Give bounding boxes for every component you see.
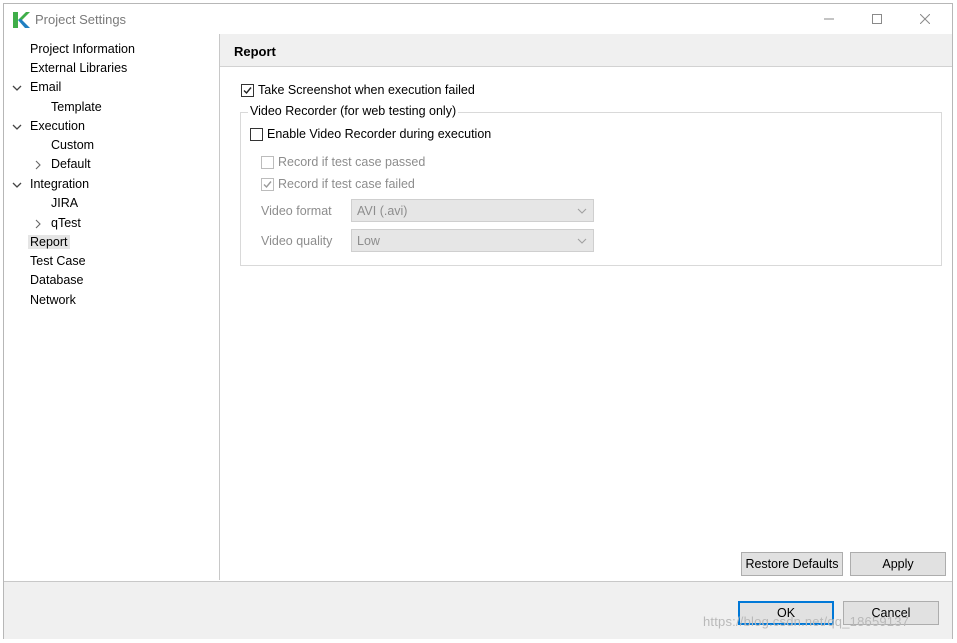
chevron-down-icon[interactable] [12, 122, 22, 132]
tree-item-jira[interactable]: JIRA [51, 194, 78, 212]
tree-item-label: JIRA [51, 196, 79, 210]
record-passed-checkbox[interactable]: Record if test case passed [261, 154, 425, 170]
checkbox-checked-icon [261, 177, 274, 191]
tree-item-label: Email [30, 80, 62, 94]
checkbox-checked-icon [241, 83, 254, 97]
enable-video-recorder-label: Enable Video Recorder during execution [267, 127, 492, 141]
tree-item-qtest[interactable]: qTest [51, 214, 81, 232]
panel-header: Report [220, 34, 952, 67]
tree-item-default[interactable]: Default [51, 155, 91, 173]
tree-item-label: Execution [30, 119, 85, 133]
checkbox-unchecked-icon [250, 127, 263, 141]
maximize-icon [872, 14, 882, 24]
tree-item-label: qTest [51, 216, 81, 230]
record-failed-label: Record if test case failed [278, 177, 415, 191]
record-failed-checkbox[interactable]: Record if test case failed [261, 176, 415, 192]
tree-item-label: Custom [51, 138, 95, 152]
enable-video-recorder-checkbox[interactable]: Enable Video Recorder during execution [250, 126, 491, 142]
katalon-logo-icon [13, 12, 30, 28]
chevron-down-icon [577, 208, 587, 214]
take-screenshot-label: Take Screenshot when execution failed [258, 83, 475, 97]
settings-tree: Project Information External Libraries E… [4, 34, 220, 580]
dialog-footer: OK Cancel [4, 581, 952, 639]
tree-item-label: Integration [30, 177, 90, 191]
tree-item-email[interactable]: Email [30, 78, 61, 96]
project-settings-window: Project Settings Project Information Ext… [3, 3, 953, 639]
tree-item-label: Report [28, 235, 70, 249]
apply-button[interactable]: Apply [850, 552, 946, 576]
tree-item-database[interactable]: Database [30, 271, 84, 289]
video-recorder-legend: Video Recorder (for web testing only) [248, 104, 459, 118]
tree-item-network[interactable]: Network [30, 291, 76, 309]
tree-item-test-case[interactable]: Test Case [30, 252, 86, 270]
video-quality-select[interactable]: Low [351, 229, 594, 252]
tree-item-custom[interactable]: Custom [51, 136, 94, 154]
take-screenshot-checkbox[interactable]: Take Screenshot when execution failed [241, 82, 475, 98]
video-quality-label: Video quality [261, 234, 333, 248]
restore-defaults-button[interactable]: Restore Defaults [741, 552, 843, 576]
record-passed-label: Record if test case passed [278, 155, 426, 169]
tree-item-label: Network [30, 293, 76, 307]
tree-item-label: Database [30, 273, 84, 287]
maximize-button[interactable] [854, 4, 900, 34]
watermark-text: https://blog.csdn.net/qq_18659137 [703, 614, 910, 629]
close-icon [920, 14, 930, 24]
report-settings-panel: Report Take Screenshot when execution fa… [220, 34, 952, 580]
tree-item-external-libraries[interactable]: External Libraries [30, 59, 127, 77]
tree-item-integration[interactable]: Integration [30, 175, 89, 193]
minimize-icon [824, 18, 834, 20]
tree-item-report[interactable]: Report [28, 233, 70, 251]
tree-item-label: Project Information [30, 42, 135, 56]
tree-item-project-information[interactable]: Project Information [30, 40, 135, 58]
close-button[interactable] [902, 4, 948, 34]
tree-item-template[interactable]: Template [51, 98, 102, 116]
tree-item-label: Default [51, 157, 91, 171]
title-bar: Project Settings [4, 4, 952, 34]
tree-item-label: External Libraries [30, 61, 128, 75]
page-title: Report [234, 44, 276, 59]
chevron-right-icon[interactable] [33, 160, 43, 170]
video-format-value: AVI (.avi) [357, 204, 408, 218]
video-format-label: Video format [261, 204, 332, 218]
chevron-down-icon [577, 238, 587, 244]
window-title: Project Settings [35, 12, 127, 27]
checkbox-unchecked-icon [261, 155, 274, 169]
video-format-select[interactable]: AVI (.avi) [351, 199, 594, 222]
chevron-down-icon[interactable] [12, 83, 22, 93]
tree-item-label: Template [51, 100, 102, 114]
chevron-down-icon[interactable] [12, 180, 22, 190]
minimize-button[interactable] [806, 4, 852, 34]
tree-item-execution[interactable]: Execution [30, 117, 85, 135]
chevron-right-icon[interactable] [33, 219, 43, 229]
tree-item-label: Test Case [30, 254, 86, 268]
video-quality-value: Low [357, 234, 380, 248]
